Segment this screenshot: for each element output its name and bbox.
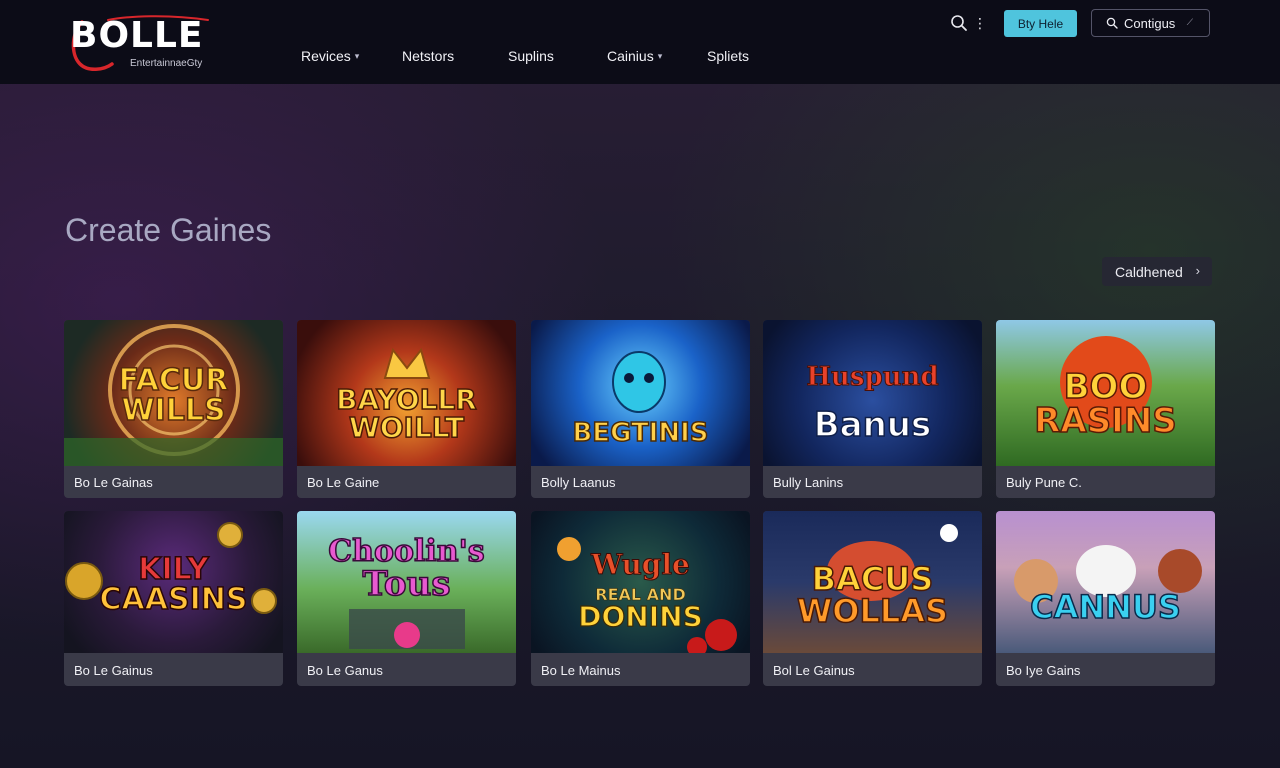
game-card[interactable]: BACUS WOLLAS Bol Le Gainus: [763, 511, 982, 686]
game-card-label: Bo Le Ganus: [307, 663, 383, 678]
contigus-search-button[interactable]: Contigus ⟋: [1091, 9, 1210, 37]
nav-item-spliets[interactable]: Spliets: [707, 48, 749, 64]
game-card-label: Bo Iye Gains: [1006, 663, 1081, 678]
game-card-label: Bo Le Gainas: [74, 475, 153, 490]
brand-logo[interactable]: BOLLE EntertainnaeGty: [68, 14, 228, 72]
game-art-title: BAYOLLR WOILLT: [335, 383, 477, 444]
nav-item-label: Revices: [301, 48, 351, 64]
nav-item-label: Suplins: [508, 48, 554, 64]
game-card[interactable]: CANNUS Bo Iye Gains: [996, 511, 1215, 686]
chevron-down-icon: ▾: [657, 50, 663, 61]
brand-tagline: EntertainnaeGty: [130, 58, 203, 69]
search-icon: [1106, 17, 1118, 29]
nav-item-suplins[interactable]: Suplins: [508, 48, 554, 64]
nav-item-cainius[interactable]: Cainius ▾: [607, 48, 662, 64]
nav-item-label: Cainius: [607, 48, 654, 64]
edit-icon: ⟋: [1186, 17, 1193, 27]
game-thumbnail: Choolin's Tous: [297, 511, 516, 653]
game-card-label: Buly Pune C.: [1006, 475, 1082, 490]
filter-dropdown-button[interactable]: Caldhened ›: [1102, 257, 1212, 286]
game-card[interactable]: BOO RASINS Buly Pune C.: [996, 320, 1215, 498]
game-art-title: Choolin's Tous: [328, 534, 486, 604]
game-thumbnail: CANNUS: [996, 511, 1215, 653]
game-card-label: Bo Le Gainus: [74, 663, 153, 678]
game-thumbnail: BOO RASINS: [996, 320, 1215, 466]
game-thumbnail: BAYOLLR WOILLT: [297, 320, 516, 466]
game-art-title: BACUS WOLLAS: [796, 560, 949, 630]
game-card[interactable]: Choolin's Tous Bo Le Ganus: [297, 511, 516, 686]
game-thumbnail: KILY CAASINS: [64, 511, 283, 653]
game-thumbnail: BACUS WOLLAS: [763, 511, 982, 653]
game-art-caption: DONINS: [578, 600, 704, 633]
game-art-title: KILY CAASINS: [99, 552, 248, 617]
game-card-label: Bolly Laanus: [541, 475, 616, 490]
game-card[interactable]: Huspund Banus Bully Lanins: [763, 320, 982, 498]
chevron-right-icon: ›: [1195, 263, 1200, 278]
game-card-label: Bo Le Gaine: [307, 475, 380, 490]
game-art-title: Huspund: [806, 362, 939, 392]
game-thumbnail: Huspund Banus: [763, 320, 982, 466]
game-card[interactable]: BAYOLLR WOILLT Bo Le Gaine: [297, 320, 516, 498]
game-art-title: BOO RASINS: [1033, 367, 1177, 441]
nav-item-revices[interactable]: Revices ▾: [301, 48, 359, 64]
game-card-label: Bully Lanins: [773, 475, 844, 490]
game-art-title: BEGTINIS: [572, 418, 710, 448]
characters-graphic: [1014, 545, 1202, 603]
section-title: Create Gaines: [65, 212, 272, 248]
nav-item-netstors[interactable]: Netstors: [402, 48, 454, 64]
brand-name: BOLLE: [70, 15, 204, 56]
page: BOLLE EntertainnaeGty Revices ▾ Netstors …: [0, 0, 1280, 768]
nav-item-label: Spliets: [707, 48, 750, 64]
search-icon[interactable]: [950, 14, 968, 32]
game-card[interactable]: KILY CAASINS Bo Le Gainus: [64, 511, 283, 686]
game-card-label: Bol Le Gainus: [773, 663, 855, 678]
game-art-subtitle: Banus: [813, 405, 932, 445]
game-art-title: Wugle: [591, 548, 691, 581]
game-card[interactable]: Wugle REAL AND DONINS Bo Le Mainus: [531, 511, 750, 686]
nav-item-label: Netstors: [402, 48, 455, 64]
filter-label: Caldhened: [1115, 263, 1183, 280]
game-card[interactable]: BEGTINIS Bolly Laanus: [531, 320, 750, 498]
game-card-label: Bo Le Mainus: [541, 663, 621, 678]
game-art-title: CANNUS: [1029, 588, 1181, 626]
game-thumbnail: FACUR WILLS: [64, 320, 283, 466]
top-header: BOLLE EntertainnaeGty Revices ▾ Netstors …: [0, 0, 1280, 84]
game-thumbnail: BEGTINIS: [531, 320, 750, 466]
more-vertical-icon[interactable]: ⋮: [973, 14, 987, 32]
game-card[interactable]: FACUR WILLS Bo Le Gainas: [64, 320, 283, 498]
primary-action-button[interactable]: Bty Hele: [1004, 10, 1077, 37]
chevron-down-icon: ▾: [354, 50, 360, 61]
game-art-title: FACUR WILLS: [118, 363, 229, 428]
contigus-label: Contigus: [1124, 15, 1176, 31]
game-thumbnail: Wugle REAL AND DONINS: [531, 511, 750, 653]
